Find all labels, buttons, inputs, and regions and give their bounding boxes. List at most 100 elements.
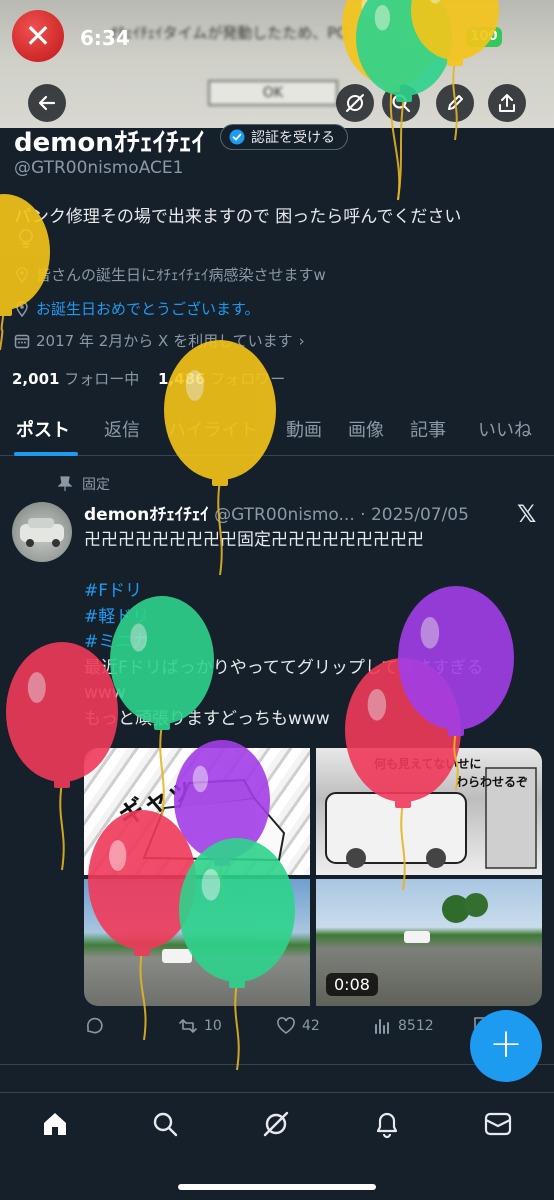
post-actions: 10 42 8512 bbox=[84, 1016, 494, 1044]
location-pin-icon bbox=[16, 300, 28, 317]
status-time: 6:34 bbox=[80, 26, 130, 50]
avatar[interactable] bbox=[12, 502, 72, 562]
post-text-line: 最近Fドリばっかりやっててグリップして無さすぎる bbox=[84, 657, 484, 678]
home-indicator bbox=[178, 1184, 376, 1190]
search-button[interactable] bbox=[382, 84, 420, 122]
close-icon: ✕ bbox=[12, 10, 64, 62]
manga-text-3: わらわせるぞ bbox=[456, 775, 528, 789]
x-logo-icon: 𝕏 bbox=[517, 500, 537, 528]
followers-label[interactable]: フォロワー bbox=[210, 370, 285, 388]
tab-articles[interactable]: 記事 bbox=[410, 416, 446, 442]
like-count: 42 bbox=[302, 1018, 320, 1034]
mail-icon bbox=[484, 1112, 512, 1136]
car-on-track-photo bbox=[162, 949, 192, 963]
profile-location: 皆さんの誕生日にｵﾁｪｲﾁｪｲ病感染させますw bbox=[14, 264, 326, 285]
profile-joined-text: 2017 年 2月から X を利用しています bbox=[36, 332, 293, 350]
post-text: 卍卍卍卍卍卍卍卍卍固定卍卍卍卍卍卍卍卍卍 #Fドリ #軽ドリ #ミニカ 最近Fドリばっか… bbox=[84, 528, 544, 732]
media-image-2[interactable]: 何も見えてないせに わらわせるぞ bbox=[316, 748, 542, 875]
search-icon bbox=[392, 94, 411, 113]
grok-icon bbox=[263, 1111, 289, 1137]
post-text-line bbox=[84, 554, 544, 580]
battery-indicator: 100 bbox=[466, 27, 502, 47]
home-icon bbox=[44, 1113, 66, 1135]
nav-notifications[interactable] bbox=[370, 1107, 404, 1141]
pinned-label: 固定 bbox=[82, 477, 110, 493]
banner-ok-button: OK bbox=[208, 80, 338, 106]
grok-icon bbox=[346, 94, 364, 112]
share-icon bbox=[499, 94, 515, 112]
post-author[interactable]: demonｵﾁｪｲﾁｪｲ bbox=[84, 505, 209, 525]
share-button[interactable] bbox=[488, 84, 526, 122]
profile-handle: @GTR00nismoACE1 bbox=[14, 158, 184, 178]
view-count: 8512 bbox=[398, 1018, 434, 1034]
media-image-3[interactable] bbox=[84, 879, 310, 1006]
heart-icon bbox=[277, 1017, 295, 1034]
following-count[interactable]: 2,001 bbox=[12, 370, 59, 388]
post-header: demonｵﾁｪｲﾁｪｲ @GTR00nismo... · 2025/07/05 bbox=[84, 500, 504, 525]
reply-button[interactable] bbox=[84, 1016, 104, 1036]
tab-highlights[interactable]: ハイライト bbox=[168, 416, 258, 442]
banner-dialog-text: ｵﾁｪｲﾁｪｲタイムが発動したため、PC bbox=[110, 24, 347, 42]
like-button[interactable]: 42 bbox=[276, 1016, 320, 1036]
tab-likes[interactable]: いいね bbox=[478, 416, 532, 442]
tab-posts[interactable]: ポスト bbox=[16, 416, 70, 442]
get-verified-button[interactable]: 認証を受ける bbox=[220, 124, 348, 150]
follow-counts[interactable]: 2,001 フォロー中 1,486 フォロワー bbox=[12, 368, 299, 389]
hashtag-link[interactable]: #ミニカ bbox=[84, 630, 544, 656]
retweet-count: 10 bbox=[204, 1018, 222, 1034]
views-icon bbox=[375, 1019, 389, 1034]
profile-website[interactable]: お誕生日おめでとうございます。 bbox=[14, 298, 260, 319]
views-button[interactable]: 8512 bbox=[372, 1016, 434, 1036]
tab-videos[interactable]: 動画 bbox=[286, 416, 322, 442]
tab-replies[interactable]: 返信 bbox=[104, 416, 140, 442]
pinned-indicator: 固定 bbox=[58, 474, 110, 494]
edit-profile-button[interactable] bbox=[436, 84, 474, 122]
profile-joined[interactable]: 2017 年 2月から X を利用しています › bbox=[14, 330, 305, 351]
arrow-left-icon bbox=[38, 95, 56, 111]
profile-tabs: ポスト 返信 ハイライト 動画 画像 記事 いいね bbox=[0, 406, 554, 456]
pin-icon bbox=[58, 476, 72, 491]
media-video[interactable]: 0:08 bbox=[316, 879, 542, 1006]
media-image-1[interactable]: ギャッ bbox=[84, 748, 310, 875]
profile-location-text: 皆さんの誕生日にｵﾁｪｲﾁｪｲ病感染させますw bbox=[36, 266, 326, 284]
calendar-icon bbox=[14, 334, 30, 348]
nav-messages[interactable] bbox=[481, 1107, 515, 1141]
signal-icon bbox=[394, 30, 418, 46]
car-photo bbox=[20, 518, 64, 547]
active-tab-indicator bbox=[14, 452, 78, 456]
manga-panel-illustration: ギャッ bbox=[114, 772, 286, 862]
post-date[interactable]: · 2025/07/05 bbox=[360, 505, 469, 525]
nav-home[interactable] bbox=[38, 1107, 72, 1141]
grok-button[interactable] bbox=[336, 84, 374, 122]
manga-text-2: 何も見えてないせに bbox=[374, 756, 481, 771]
nav-grok[interactable] bbox=[259, 1107, 293, 1141]
hashtag-link[interactable]: #軽ドリ bbox=[84, 605, 544, 631]
reply-icon bbox=[87, 1017, 103, 1034]
professional-category-icon bbox=[19, 229, 33, 248]
post-media-grid[interactable]: ギャッ 何も見えてないせに わらわせるぞ 0:08 bbox=[84, 748, 542, 1006]
post-text-line: 卍卍卍卍卍卍卍卍卍固定卍卍卍卍卍卍卍卍卍 bbox=[84, 530, 424, 550]
profile-bio: パンク修理その場で出来ますので 困ったら呼んでください bbox=[14, 207, 462, 227]
nav-search[interactable] bbox=[148, 1107, 182, 1141]
chevron-right-icon: › bbox=[298, 331, 305, 350]
get-verified-label: 認証を受ける bbox=[251, 130, 335, 146]
profile-website-text[interactable]: お誕生日おめでとうございます。 bbox=[36, 298, 260, 319]
post-divider bbox=[0, 1064, 554, 1065]
wifi-icon bbox=[430, 29, 454, 45]
pencil-icon bbox=[448, 95, 463, 110]
video-duration: 0:08 bbox=[326, 973, 378, 996]
bell-icon bbox=[376, 1112, 398, 1139]
retweet-icon bbox=[179, 1019, 197, 1033]
search-icon bbox=[153, 1112, 178, 1137]
retweet-button[interactable]: 10 bbox=[178, 1016, 222, 1036]
tab-images[interactable]: 画像 bbox=[348, 416, 384, 442]
hashtag-link[interactable]: #Fドリ bbox=[84, 579, 544, 605]
profile-name: demonｵﾁｪｲﾁｪｲ bbox=[14, 128, 205, 158]
verified-badge-icon bbox=[229, 129, 245, 145]
post-handle[interactable]: @GTR00nismo... bbox=[214, 505, 355, 525]
post-text-line: もっと頑張りますどっちもwww bbox=[84, 708, 330, 729]
back-button[interactable] bbox=[28, 84, 66, 122]
following-label[interactable]: フォロー中 bbox=[64, 370, 139, 388]
followers-count[interactable]: 1,486 bbox=[158, 370, 205, 388]
compose-post-button[interactable]: + bbox=[470, 1010, 542, 1082]
